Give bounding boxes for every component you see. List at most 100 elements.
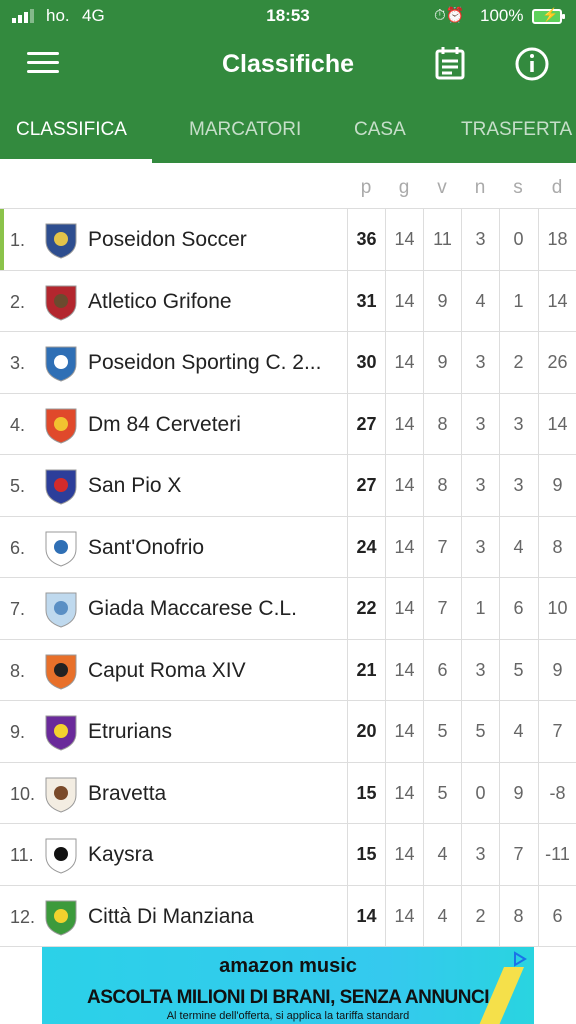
stat-d: 8 [538, 516, 576, 578]
tab-marcatori[interactable]: MARCATORI [189, 119, 301, 141]
stat-v: 4 [423, 824, 461, 885]
stat-n: 3 [461, 393, 499, 455]
stat-n: 0 [461, 762, 499, 824]
rank-label: 12. [10, 906, 36, 927]
stat-d: 14 [538, 270, 576, 332]
table-row[interactable]: 10. Bravetta 15 14 5 0 9 -8 [0, 762, 576, 824]
info-icon[interactable] [514, 46, 550, 87]
stat-s: 1 [499, 270, 537, 332]
stat-g: 14 [385, 393, 423, 455]
ad-banner[interactable]: amazon music ASCOLTA MILIONI DI BRANI, S… [42, 947, 534, 1024]
team-logo-icon [45, 838, 77, 874]
stat-s: 8 [499, 885, 537, 947]
team-logo-icon [45, 346, 77, 382]
col-header-s: s [513, 177, 523, 198]
alarm-icon: ⏱⏰ [434, 7, 465, 24]
team-logo-icon [45, 223, 77, 259]
stat-s: 6 [499, 578, 537, 639]
rank-label: 4. [10, 414, 26, 435]
stat-g: 14 [385, 824, 423, 885]
team-name: Caput Roma XIV [88, 658, 246, 682]
rank-label: 7. [10, 599, 26, 619]
stat-v: 5 [423, 762, 461, 824]
table-row[interactable]: 5. San Pio X 27 14 8 3 3 9 [0, 455, 576, 517]
stat-n: 1 [461, 578, 499, 639]
team-logo-icon [45, 777, 77, 813]
app-header: ho. 4G 18:53 ⏱⏰ 100% ⚡ Classifiche CLASS… [0, 0, 576, 163]
stat-d: 6 [538, 885, 576, 947]
toolbar: Classifiche [0, 32, 576, 102]
stat-v: 5 [423, 701, 461, 762]
stat-d: -8 [538, 762, 576, 824]
stat-d: 9 [538, 455, 576, 516]
table-row[interactable]: 4. Dm 84 Cerveteri 27 14 8 3 3 14 [0, 393, 576, 455]
stat-g: 14 [385, 516, 423, 578]
stat-g: 14 [385, 209, 423, 270]
table-row[interactable]: 7. Giada Maccarese C.L. 22 14 7 1 6 10 [0, 578, 576, 640]
stat-p: 36 [347, 209, 385, 270]
stat-d: 26 [538, 332, 576, 393]
team-name: Kaysra [88, 843, 154, 866]
stat-n: 3 [461, 824, 499, 885]
team-name: Poseidon Sporting C. 2... [88, 351, 322, 374]
stat-p: 22 [347, 578, 385, 639]
stat-s: 2 [499, 332, 537, 393]
rank-label: 2. [10, 291, 26, 312]
standings-table: p g v n s d 1. Poseidon Soccer 36 14 11 3 0 18 2… [0, 163, 576, 947]
stat-p: 27 [347, 393, 385, 455]
stat-n: 2 [461, 885, 499, 947]
calendar-icon[interactable] [434, 46, 466, 85]
stat-g: 14 [385, 270, 423, 332]
table-row[interactable]: 11. Kaysra 15 14 4 3 7 -11 [0, 824, 576, 886]
stat-d: 18 [538, 209, 576, 270]
team-name: Poseidon Soccer [88, 228, 247, 251]
rank-label: 6. [10, 537, 26, 558]
rank-label: 5. [10, 476, 26, 496]
stat-v: 6 [423, 639, 461, 701]
stat-g: 14 [385, 639, 423, 701]
stat-d: 7 [538, 701, 576, 762]
table-row[interactable]: 2. Atletico Grifone 31 14 9 4 1 14 [0, 270, 576, 332]
stat-s: 9 [499, 762, 537, 824]
stat-p: 24 [347, 516, 385, 578]
stat-n: 3 [461, 209, 499, 270]
stat-d: -11 [538, 824, 576, 885]
stat-p: 27 [347, 455, 385, 516]
table-row[interactable]: 1. Poseidon Soccer 36 14 11 3 0 18 [0, 209, 576, 271]
page-title: Classifiche [221, 50, 354, 78]
stat-n: 3 [461, 332, 499, 393]
stat-p: 30 [347, 332, 385, 393]
stat-v: 9 [423, 270, 461, 332]
stat-d: 14 [538, 393, 576, 455]
stat-v: 9 [423, 332, 461, 393]
table-row[interactable]: 3. Poseidon Sporting C. 2... 30 14 9 3 2 26 [0, 332, 576, 394]
tab-trasferta[interactable]: TRASFERTA [461, 119, 572, 141]
stat-n: 3 [461, 455, 499, 516]
stat-d: 9 [538, 639, 576, 701]
stat-s: 3 [499, 393, 537, 455]
col-header-n: n [474, 177, 486, 198]
col-header-d: d [551, 177, 563, 198]
table-row[interactable]: 6. Sant'Onofrio 24 14 7 3 4 8 [0, 516, 576, 578]
stat-g: 14 [385, 762, 423, 824]
adchoices-icon[interactable] [512, 951, 528, 967]
team-name: Sant'Onofrio [88, 535, 205, 559]
stat-p: 15 [347, 762, 385, 824]
table-row[interactable]: 9. Etrurians 20 14 5 5 4 7 [0, 701, 576, 763]
stat-s: 4 [499, 701, 537, 762]
stat-v: 7 [423, 516, 461, 578]
stat-s: 5 [499, 639, 537, 701]
stat-n: 3 [461, 516, 499, 578]
team-name: Dm 84 Cerveteri [88, 412, 241, 436]
rank-label: 3. [10, 353, 26, 373]
stat-g: 14 [385, 701, 423, 762]
table-row[interactable]: 12. Città Di Manziana 14 14 4 2 8 6 [0, 885, 576, 947]
table-row[interactable]: 8. Caput Roma XIV 21 14 6 3 5 9 [0, 639, 576, 701]
ad-brand: amazon music [219, 955, 357, 977]
tab-classifica[interactable]: CLASSIFICA [16, 119, 127, 141]
stat-n: 4 [461, 270, 499, 332]
col-header-g: g [398, 177, 410, 198]
tab-casa[interactable]: CASA [354, 119, 406, 141]
stat-p: 20 [347, 701, 385, 762]
battery-icon: ⚡ [532, 7, 565, 24]
